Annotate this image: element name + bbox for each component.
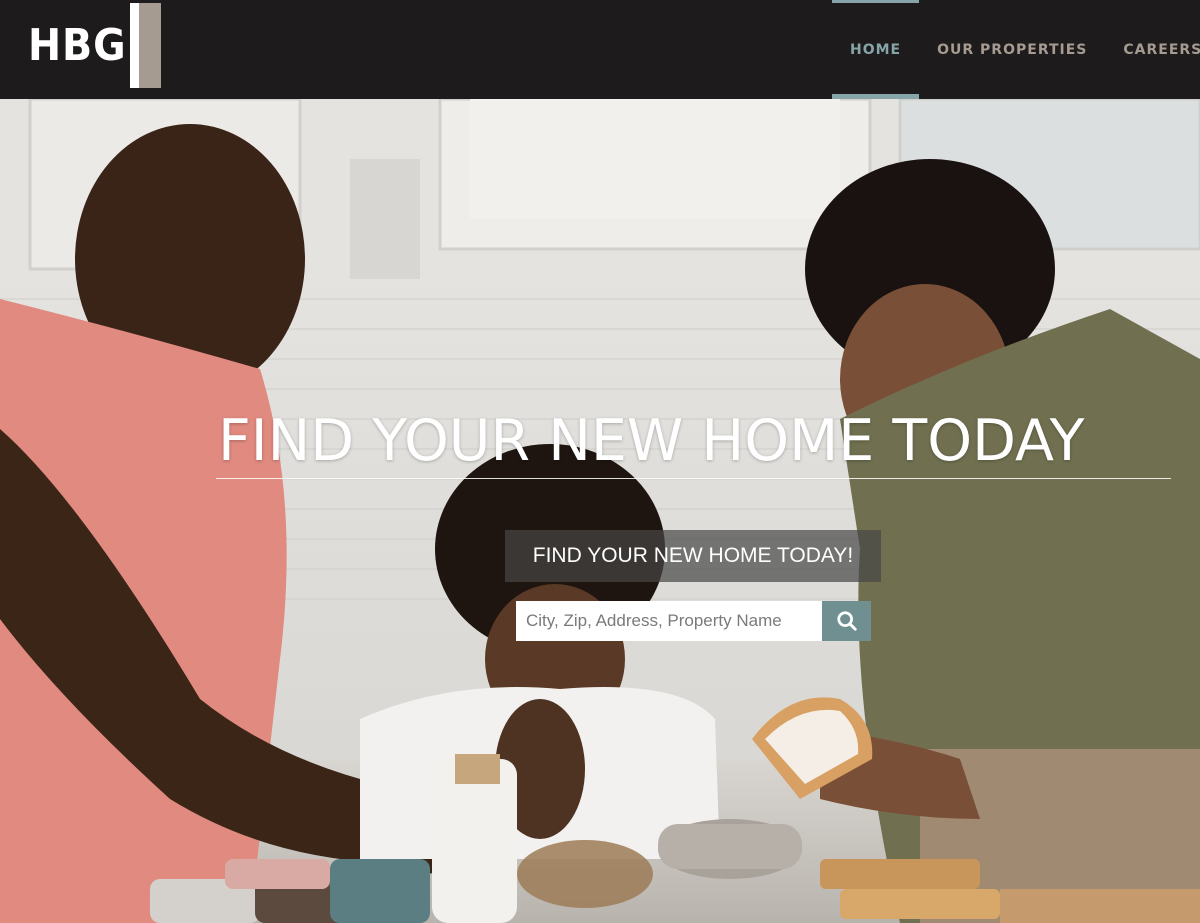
hero-headline: FIND YOUR NEW HOME TODAY (218, 408, 1085, 474)
search-heading-box: FIND YOUR NEW HOME TODAY! (505, 530, 881, 582)
main-nav: HOME OUR PROPERTIES CAREERS (832, 0, 1200, 99)
nav-item-home[interactable]: HOME (832, 0, 920, 99)
logo-text: HBG (28, 19, 127, 71)
nav-item-label: CAREERS (1123, 41, 1200, 58)
search-input[interactable] (516, 601, 822, 641)
hero-background-photo (0, 99, 1200, 923)
hero-section: FIND YOUR NEW HOME TODAY (0, 99, 1200, 923)
search-button[interactable] (822, 601, 871, 641)
site-header: HBG HOME OUR PROPERTIES CAREERS (0, 0, 1200, 99)
logo[interactable]: HBG (28, 3, 161, 88)
nav-item-our-properties[interactable]: OUR PROPERTIES (919, 0, 1105, 99)
logo-mark (130, 3, 162, 88)
search-heading: FIND YOUR NEW HOME TODAY! (532, 544, 854, 567)
search-icon (836, 611, 857, 631)
nav-item-label: OUR PROPERTIES (937, 41, 1088, 58)
nav-item-label: HOME (850, 41, 902, 58)
hero-divider (216, 478, 1171, 479)
nav-item-careers[interactable]: CAREERS (1105, 0, 1200, 99)
